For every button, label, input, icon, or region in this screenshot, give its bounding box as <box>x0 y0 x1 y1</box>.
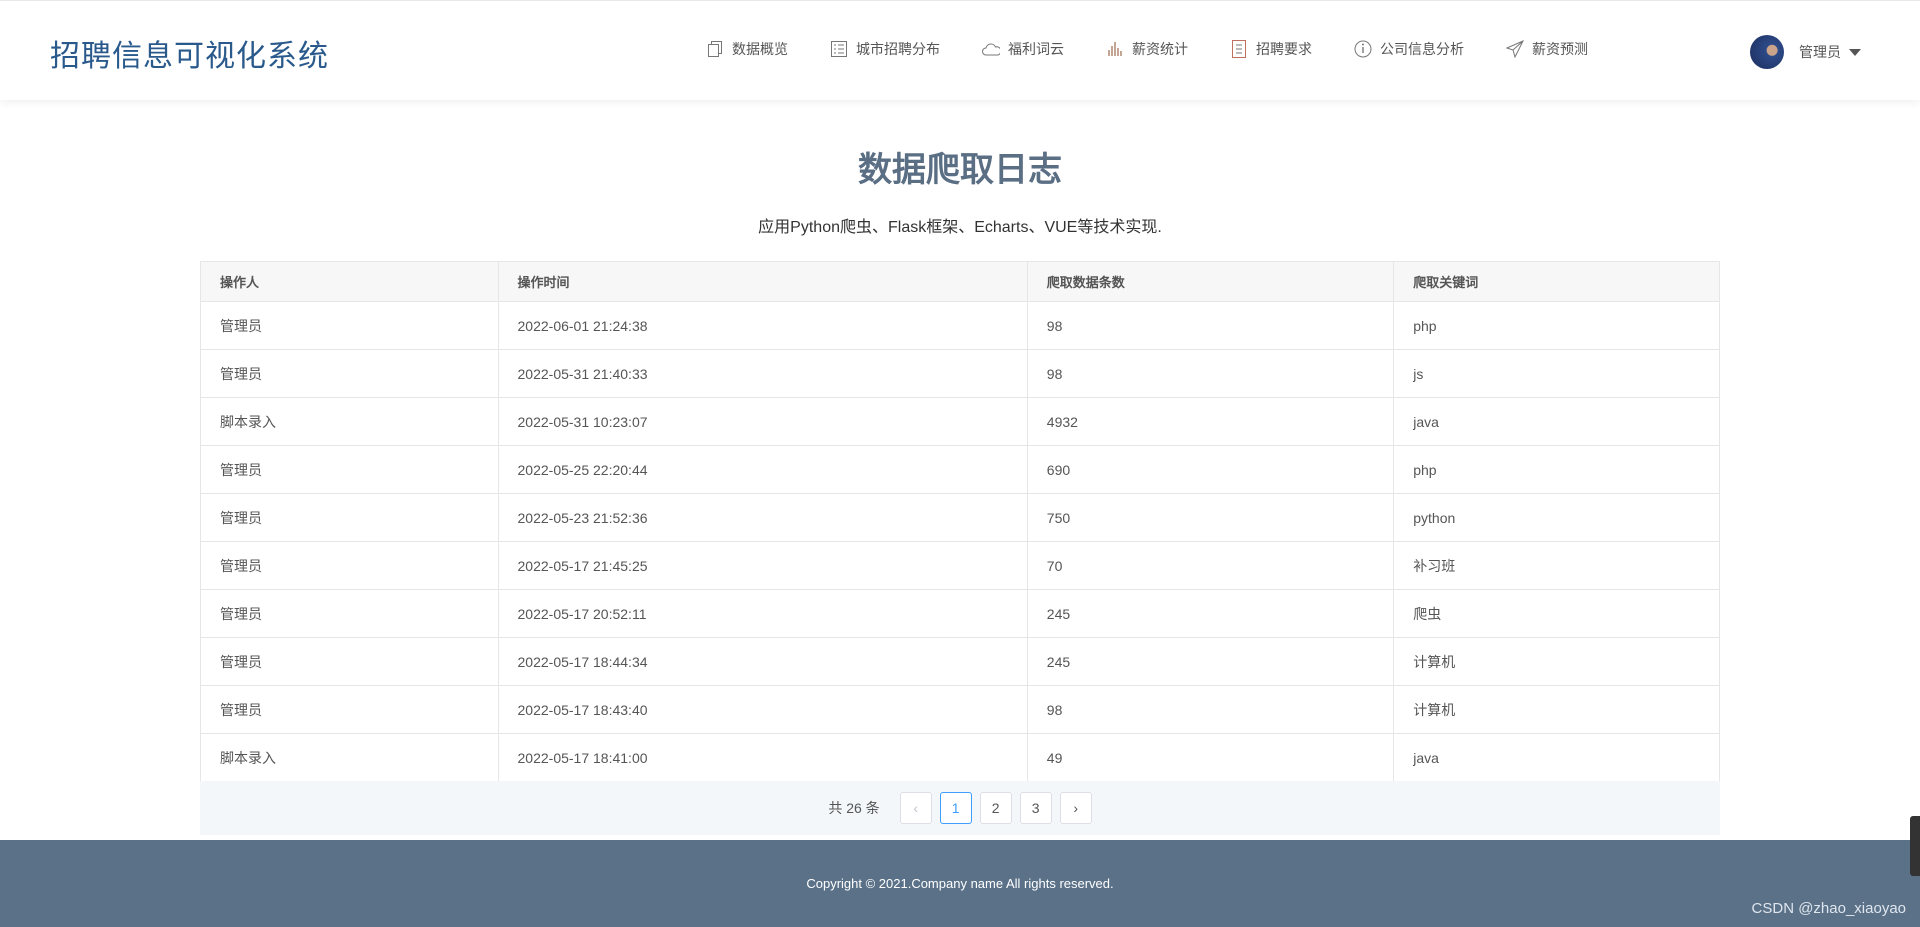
avatar <box>1750 35 1784 69</box>
cell-count: 245 <box>1026 637 1395 686</box>
nav-label: 数据概览 <box>732 41 788 57</box>
table-row: 脚本录入 2022-05-17 18:41:00 49 java <box>200 733 1720 782</box>
cell-time: 2022-05-17 21:45:25 <box>497 541 1028 590</box>
copy-icon <box>706 40 724 58</box>
info-icon <box>1354 40 1372 58</box>
cell-count: 245 <box>1026 589 1395 638</box>
cell-count: 98 <box>1026 349 1395 398</box>
table-row: 管理员 2022-05-17 18:43:40 98 计算机 <box>200 685 1720 734</box>
footer: Copyright © 2021.Company name All rights… <box>0 840 1920 927</box>
cell-operator: 管理员 <box>200 589 499 638</box>
page-button-2[interactable]: 2 <box>979 792 1012 824</box>
cell-keyword: 计算机 <box>1393 637 1720 686</box>
nav-label: 福利词云 <box>1008 41 1064 57</box>
nav-item-requirements[interactable]: 招聘要求 <box>1230 39 1312 59</box>
cell-count: 49 <box>1026 733 1395 782</box>
cell-count: 98 <box>1026 685 1395 734</box>
table-row: 管理员 2022-05-17 20:52:11 245 爬虫 <box>200 589 1720 638</box>
list-icon <box>830 40 848 58</box>
cell-operator: 管理员 <box>200 541 499 590</box>
cell-keyword: java <box>1393 733 1720 782</box>
table-row: 管理员 2022-06-01 21:24:38 98 php <box>200 301 1720 350</box>
nav-item-overview[interactable]: 数据概览 <box>706 39 788 59</box>
cell-count: 70 <box>1026 541 1395 590</box>
watermark: CSDN @zhao_xiaoyao <box>1751 900 1906 917</box>
cell-time: 2022-05-17 18:43:40 <box>497 685 1028 734</box>
cell-keyword: php <box>1393 301 1720 350</box>
cell-operator: 管理员 <box>200 493 499 542</box>
cell-keyword: java <box>1393 397 1720 446</box>
table-row: 管理员 2022-05-25 22:20:44 690 php <box>200 445 1720 494</box>
cell-time: 2022-05-17 20:52:11 <box>497 589 1028 638</box>
cell-operator: 管理员 <box>200 637 499 686</box>
prev-page-button[interactable]: ‹ <box>899 792 932 824</box>
main-nav: 数据概览 城市招聘分布 福利词云 薪资统计 招聘要求 公司信息分析 薪资预测 <box>706 39 1630 59</box>
column-header-time: 操作时间 <box>497 261 1028 302</box>
send-icon <box>1506 40 1524 58</box>
table-row: 管理员 2022-05-31 21:40:33 98 js <box>200 349 1720 398</box>
nav-item-company[interactable]: 公司信息分析 <box>1354 39 1464 59</box>
user-menu[interactable]: 管理员 <box>1750 35 1861 69</box>
caret-down-icon <box>1849 48 1861 56</box>
cell-count: 690 <box>1026 445 1395 494</box>
table-row: 管理员 2022-05-17 21:45:25 70 补习班 <box>200 541 1720 590</box>
top-navbar: 招聘信息可视化系统 数据概览 城市招聘分布 福利词云 薪资统计 招聘要求 公司信… <box>0 0 1920 100</box>
page-button-3[interactable]: 3 <box>1019 792 1052 824</box>
nav-item-city[interactable]: 城市招聘分布 <box>830 39 940 59</box>
copyright-text: Copyright © 2021.Company name All rights… <box>806 876 1114 891</box>
cell-keyword: python <box>1393 493 1720 542</box>
cell-time: 2022-05-31 21:40:33 <box>497 349 1028 398</box>
cell-keyword: 补习班 <box>1393 541 1720 590</box>
column-header-keyword: 爬取关键词 <box>1393 261 1720 302</box>
cell-time: 2022-06-01 21:24:38 <box>497 301 1028 350</box>
cell-time: 2022-05-31 10:23:07 <box>497 397 1028 446</box>
table-row: 脚本录入 2022-05-31 10:23:07 4932 java <box>200 397 1720 446</box>
nav-item-wordcloud[interactable]: 福利词云 <box>982 39 1064 59</box>
user-name: 管理员 <box>1799 44 1841 60</box>
cell-operator: 管理员 <box>200 445 499 494</box>
total-count: 共 26 条 <box>828 800 880 816</box>
side-widget-handle[interactable] <box>1910 816 1920 876</box>
cell-count: 98 <box>1026 301 1395 350</box>
cell-operator: 管理员 <box>200 349 499 398</box>
column-header-operator: 操作人 <box>200 261 499 302</box>
nav-item-prediction[interactable]: 薪资预测 <box>1506 39 1588 59</box>
nav-label: 城市招聘分布 <box>856 41 940 57</box>
cell-count: 4932 <box>1026 397 1395 446</box>
cell-keyword: 计算机 <box>1393 685 1720 734</box>
cell-time: 2022-05-23 21:52:36 <box>497 493 1028 542</box>
cell-keyword: js <box>1393 349 1720 398</box>
nav-label: 招聘要求 <box>1256 41 1312 57</box>
next-page-button[interactable]: › <box>1059 792 1092 824</box>
cell-operator: 脚本录入 <box>200 733 499 782</box>
column-header-count: 爬取数据条数 <box>1026 261 1395 302</box>
cell-time: 2022-05-17 18:44:34 <box>497 637 1028 686</box>
table-row: 管理员 2022-05-17 18:44:34 245 计算机 <box>200 637 1720 686</box>
page-title: 数据爬取日志 <box>858 151 1062 189</box>
nav-label: 薪资预测 <box>1532 41 1588 57</box>
brand-title[interactable]: 招聘信息可视化系统 <box>50 31 329 75</box>
page-subtitle: 应用Python爬虫、Flask框架、Echarts、VUE等技术实现. <box>758 219 1162 236</box>
bar-chart-icon <box>1106 40 1124 58</box>
nav-label: 公司信息分析 <box>1380 41 1464 57</box>
nav-label: 薪资统计 <box>1132 41 1188 57</box>
cell-operator: 管理员 <box>200 685 499 734</box>
nav-item-salary[interactable]: 薪资统计 <box>1106 39 1188 59</box>
cell-keyword: php <box>1393 445 1720 494</box>
table-row: 管理员 2022-05-23 21:52:36 750 python <box>200 493 1720 542</box>
cell-operator: 管理员 <box>200 301 499 350</box>
cloud-icon <box>982 40 1000 58</box>
page-button-1[interactable]: 1 <box>939 792 972 824</box>
document-icon <box>1230 40 1248 58</box>
crawl-log-table: 操作人 操作时间 爬取数据条数 爬取关键词 管理员 2022-06-01 21:2… <box>200 261 1720 782</box>
cell-time: 2022-05-25 22:20:44 <box>497 445 1028 494</box>
cell-operator: 脚本录入 <box>200 397 499 446</box>
cell-keyword: 爬虫 <box>1393 589 1720 638</box>
table-header-row: 操作人 操作时间 爬取数据条数 爬取关键词 <box>200 261 1720 302</box>
pagination: 共 26 条 ‹ 1 2 3 › <box>200 781 1720 835</box>
cell-count: 750 <box>1026 493 1395 542</box>
cell-time: 2022-05-17 18:41:00 <box>497 733 1028 782</box>
